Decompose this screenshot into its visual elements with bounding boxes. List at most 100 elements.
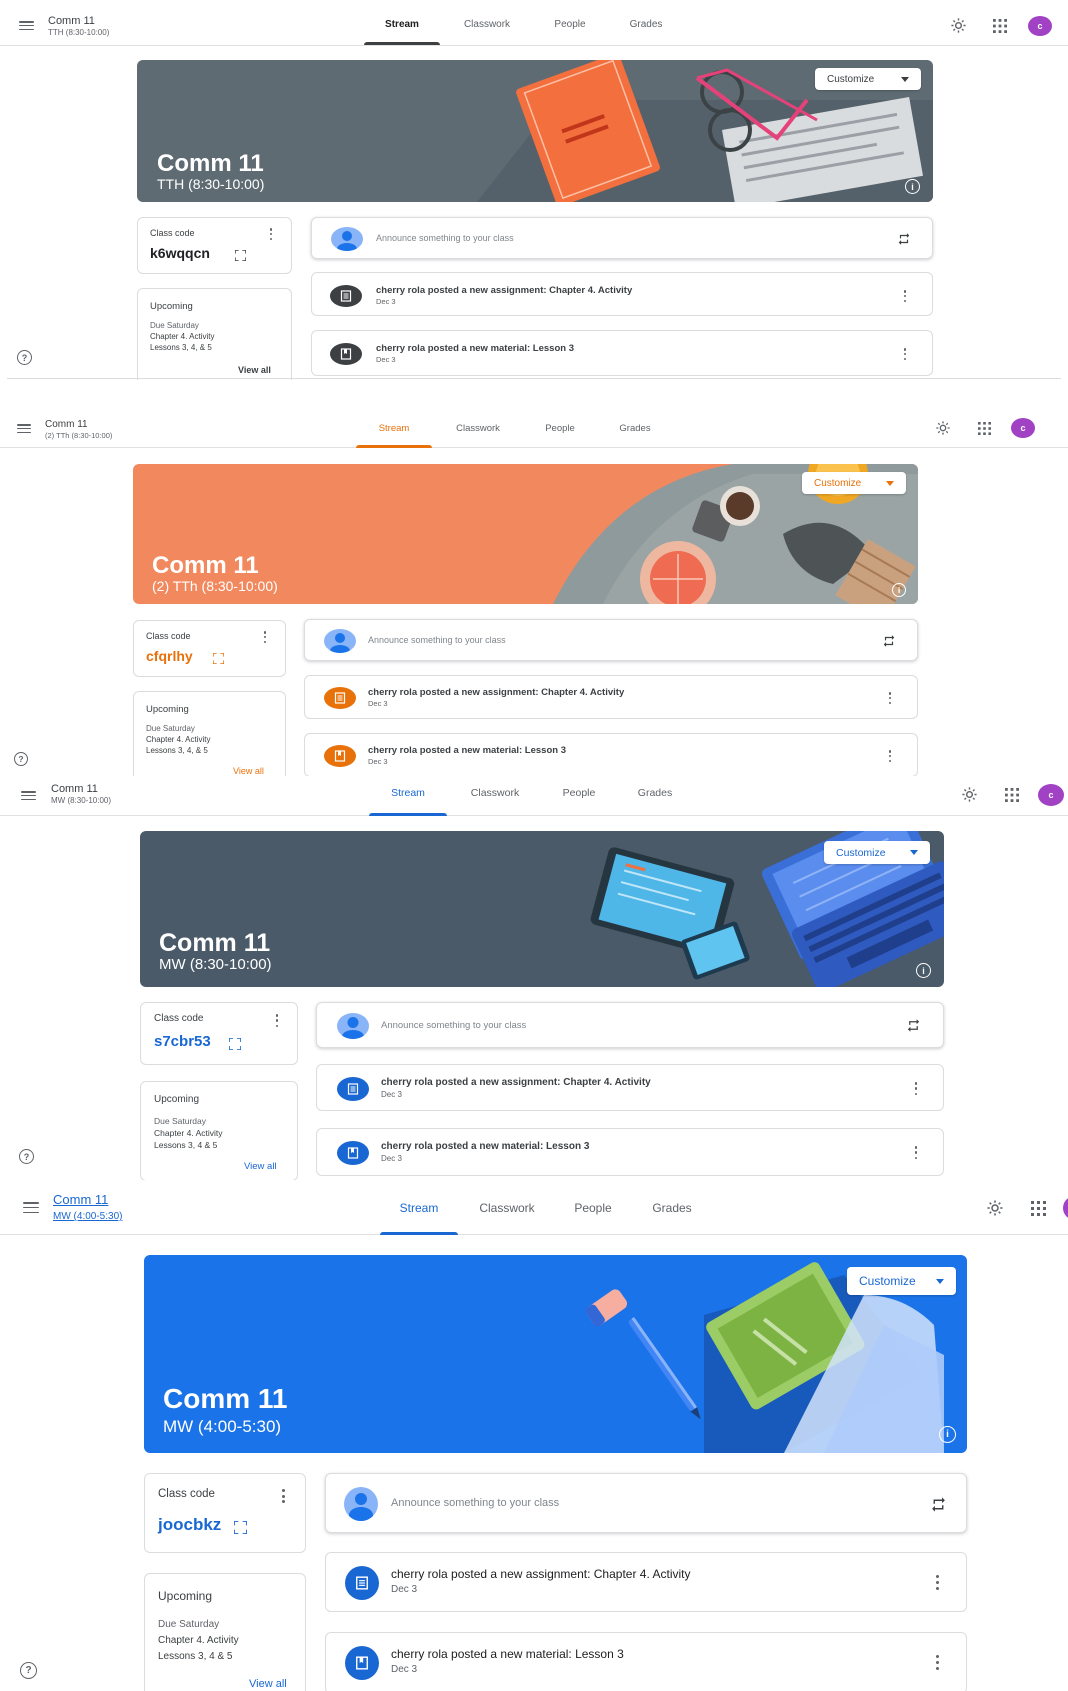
upcoming-item[interactable]: Lessons 3, 4, & 5: [150, 343, 212, 352]
help-icon[interactable]: ?: [20, 1662, 37, 1679]
post-title[interactable]: cherry rola posted a new assignment: Cha…: [391, 1567, 690, 1581]
hamburger-menu-icon[interactable]: [17, 424, 31, 433]
more-vert-icon[interactable]: [935, 1575, 939, 1590]
tab-classwork[interactable]: Classwork: [443, 423, 513, 434]
tab-people[interactable]: People: [548, 787, 610, 799]
upcoming-item[interactable]: Lessons 3, 4 & 5: [158, 1651, 233, 1662]
upcoming-item[interactable]: Chapter 4. Activity: [150, 332, 214, 341]
stream-post-assignment[interactable]: cherry rola posted a new assignment: Cha…: [304, 675, 918, 719]
tab-grades[interactable]: Grades: [624, 787, 686, 799]
repost-icon[interactable]: [897, 232, 911, 246]
post-title[interactable]: cherry rola posted a new material: Lesso…: [376, 343, 574, 354]
tab-grades[interactable]: Grades: [640, 1201, 704, 1215]
fullscreen-icon[interactable]: [235, 250, 246, 261]
upcoming-item[interactable]: Chapter 4. Activity: [154, 1128, 223, 1138]
more-vert-icon[interactable]: [269, 228, 273, 240]
gear-icon[interactable]: [950, 17, 967, 34]
more-vert-icon[interactable]: [275, 1014, 279, 1027]
fullscreen-icon[interactable]: [229, 1038, 241, 1050]
apps-grid-icon[interactable]: [993, 19, 1007, 33]
apps-grid-icon[interactable]: [978, 422, 991, 435]
customize-button[interactable]: Customize: [824, 841, 930, 864]
customize-button[interactable]: Customize: [847, 1267, 956, 1295]
repost-icon[interactable]: [906, 1018, 921, 1033]
fullscreen-icon[interactable]: [213, 653, 224, 664]
course-title[interactable]: Comm 11: [51, 783, 98, 795]
customize-button[interactable]: Customize: [815, 68, 921, 90]
more-vert-icon[interactable]: [281, 1489, 285, 1503]
view-all-link[interactable]: View all: [233, 766, 264, 776]
upcoming-item[interactable]: Chapter 4. Activity: [146, 735, 210, 744]
post-title[interactable]: cherry rola posted a new assignment: Cha…: [381, 1077, 651, 1088]
hamburger-menu-icon[interactable]: [23, 1202, 39, 1213]
tab-people[interactable]: People: [530, 423, 590, 434]
tab-classwork[interactable]: Classwork: [459, 787, 531, 799]
stream-post-material[interactable]: cherry rola posted a new material: Lesso…: [316, 1128, 944, 1176]
view-all-link[interactable]: View all: [244, 1161, 277, 1172]
more-vert-icon[interactable]: [935, 1655, 939, 1670]
account-avatar[interactable]: c: [1011, 418, 1035, 438]
announce-box[interactable]: Announce something to your class: [311, 217, 933, 259]
account-avatar[interactable]: c: [1038, 784, 1064, 806]
stream-post-material[interactable]: cherry rola posted a new material: Lesso…: [311, 330, 933, 376]
announce-box[interactable]: Announce something to your class: [325, 1473, 967, 1533]
stream-post-assignment[interactable]: cherry rola posted a new assignment: Cha…: [316, 1064, 944, 1111]
apps-grid-icon[interactable]: [1031, 1201, 1046, 1216]
stream-post-assignment[interactable]: cherry rola posted a new assignment: Cha…: [311, 272, 933, 316]
announce-box[interactable]: Announce something to your class: [316, 1002, 944, 1048]
tab-stream[interactable]: Stream: [364, 19, 440, 30]
repost-icon[interactable]: [882, 634, 896, 648]
account-avatar[interactable]: [1063, 1196, 1068, 1220]
repost-icon[interactable]: [930, 1496, 947, 1513]
more-vert-icon[interactable]: [914, 1082, 918, 1095]
course-section[interactable]: MW (4:00-5:30): [53, 1211, 122, 1222]
stream-post-material[interactable]: cherry rola posted a new material: Lesso…: [304, 733, 918, 776]
post-title[interactable]: cherry rola posted a new material: Lesso…: [391, 1647, 624, 1661]
more-vert-icon[interactable]: [914, 1146, 918, 1159]
tab-classwork[interactable]: Classwork: [470, 1201, 544, 1215]
more-vert-icon[interactable]: [888, 750, 892, 762]
more-vert-icon[interactable]: [888, 692, 892, 704]
upcoming-item[interactable]: Lessons 3, 4, & 5: [146, 746, 208, 755]
info-icon[interactable]: i: [916, 963, 931, 978]
tab-people[interactable]: People: [561, 1201, 625, 1215]
hamburger-menu-icon[interactable]: [19, 21, 34, 30]
stream-post-material[interactable]: cherry rola posted a new material: Lesso…: [325, 1632, 967, 1691]
post-title[interactable]: cherry rola posted a new assignment: Cha…: [376, 285, 632, 296]
fullscreen-icon[interactable]: [234, 1521, 247, 1534]
view-all-link[interactable]: View all: [238, 365, 271, 375]
course-title[interactable]: Comm 11: [45, 419, 88, 430]
gear-icon[interactable]: [986, 1199, 1004, 1217]
more-vert-icon[interactable]: [263, 631, 267, 643]
tab-grades[interactable]: Grades: [605, 423, 665, 434]
customize-button[interactable]: Customize: [802, 472, 906, 494]
post-title[interactable]: cherry rola posted a new assignment: Cha…: [368, 687, 624, 698]
tab-people[interactable]: People: [540, 19, 600, 30]
tab-stream[interactable]: Stream: [369, 787, 447, 799]
post-title[interactable]: cherry rola posted a new material: Lesso…: [368, 745, 566, 756]
hamburger-menu-icon[interactable]: [21, 791, 36, 800]
info-icon[interactable]: i: [905, 179, 920, 194]
apps-grid-icon[interactable]: [1005, 788, 1019, 802]
help-icon[interactable]: ?: [17, 350, 32, 365]
gear-icon[interactable]: [961, 786, 978, 803]
tab-grades[interactable]: Grades: [616, 19, 676, 30]
more-vert-icon[interactable]: [903, 348, 907, 360]
announce-box[interactable]: Announce something to your class: [304, 619, 918, 661]
tab-classwork[interactable]: Classwork: [452, 19, 522, 30]
info-icon[interactable]: i: [892, 583, 906, 597]
account-avatar[interactable]: c: [1028, 16, 1052, 36]
post-title[interactable]: cherry rola posted a new material: Lesso…: [381, 1141, 589, 1152]
upcoming-item[interactable]: Chapter 4. Activity: [158, 1635, 239, 1646]
course-title[interactable]: Comm 11: [48, 15, 95, 27]
tab-stream[interactable]: Stream: [356, 423, 432, 434]
upcoming-item[interactable]: Lessons 3, 4 & 5: [154, 1140, 217, 1150]
gear-icon[interactable]: [935, 420, 951, 436]
help-icon[interactable]: ?: [14, 752, 28, 766]
tab-stream[interactable]: Stream: [380, 1201, 458, 1215]
stream-post-assignment[interactable]: cherry rola posted a new assignment: Cha…: [325, 1552, 967, 1612]
info-icon[interactable]: i: [939, 1426, 956, 1443]
course-title[interactable]: Comm 11: [53, 1192, 108, 1207]
view-all-link[interactable]: View all: [249, 1678, 287, 1690]
help-icon[interactable]: ?: [19, 1149, 34, 1164]
